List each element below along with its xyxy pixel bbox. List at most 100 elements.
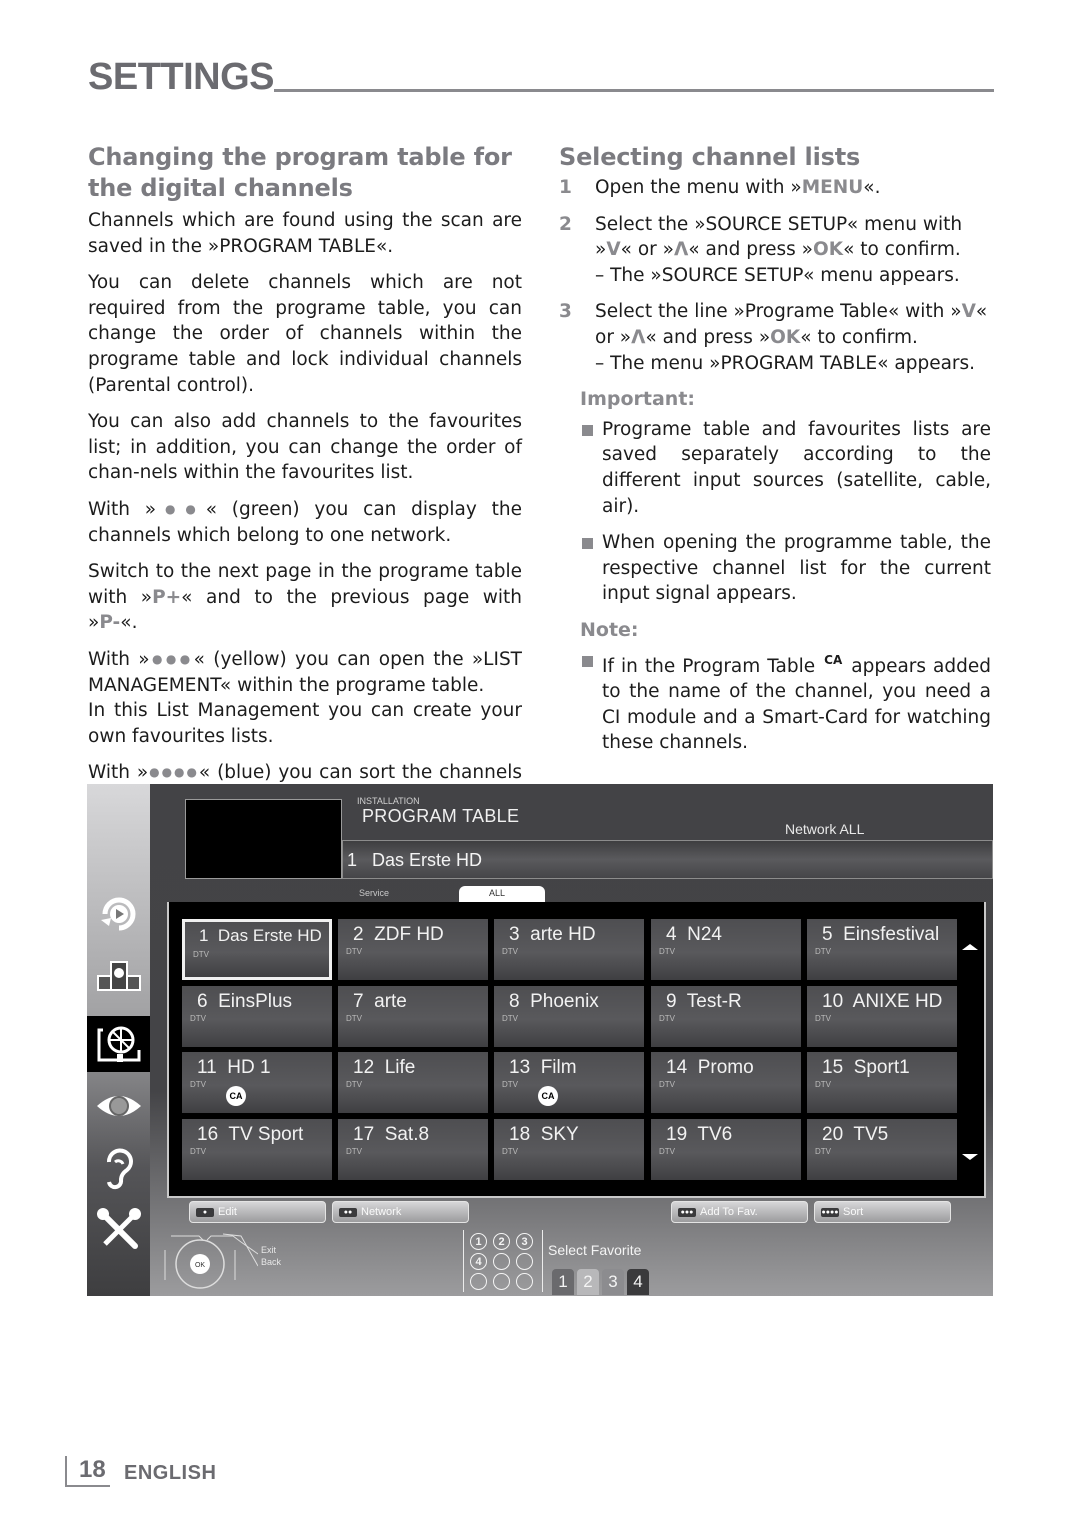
step-result: – The »SOURCE SETUP« menu appears. (595, 264, 960, 286)
ca-icon: CA (822, 647, 845, 674)
note-label: Note: (580, 618, 639, 641)
page-header: SETTINGS (88, 56, 994, 98)
key-ok: OK (770, 326, 801, 348)
text: « and press » (645, 326, 771, 348)
channel-name: 8 Phoenix (509, 991, 599, 1012)
exit-hint: Exit (261, 1245, 277, 1255)
add-to-fav-button[interactable]: ●●● Add To Fav. (671, 1201, 808, 1223)
text: If in the Program Table (602, 655, 823, 677)
channel-type: DTV (815, 947, 831, 956)
channel-type: DTV (190, 1014, 206, 1023)
sort-label: Sort (843, 1206, 864, 1218)
paragraph-favourites: You can also add channels to the favouri… (88, 411, 522, 484)
network-filter[interactable]: Network ALL (785, 821, 864, 837)
step-1: 1 Open the menu with »MENU«. (559, 175, 991, 201)
paragraph-paging: Switch to the next page in the programe … (88, 559, 522, 636)
note-item: If in the Program Table CA appears added… (559, 647, 991, 756)
channel-tile[interactable]: 4 N24 DTV (651, 919, 801, 980)
channel-tile[interactable]: 19 TV6 DTV (651, 1119, 801, 1180)
channel-tile[interactable]: 3 arte HD DTV (494, 919, 644, 980)
favorite-chip-2[interactable]: 2 (577, 1269, 599, 1295)
channel-tile[interactable]: 9 Test-R DTV (651, 986, 801, 1047)
text: « or » (620, 239, 674, 261)
channel-type: DTV (659, 947, 675, 956)
tab-strip: Service ALL (345, 886, 987, 906)
channel-tile[interactable]: 2 ZDF HD DTV (338, 919, 488, 980)
scroll-down-icon[interactable] (962, 1154, 978, 1162)
network-button[interactable]: ●● Network (332, 1201, 469, 1223)
channel-type: DTV (346, 1014, 362, 1023)
channel-type: DTV (193, 950, 209, 959)
channel-type: DTV (190, 1147, 206, 1156)
picture-eye-icon[interactable] (87, 1078, 150, 1134)
key-menu: MENU (801, 177, 864, 198)
channel-tile[interactable]: 13 Film DTV CA (494, 1052, 644, 1113)
sort-button[interactable]: ●●●● Sort (814, 1201, 951, 1223)
channel-name: 13 Film (509, 1057, 577, 1078)
channel-tile[interactable]: 5 Einsfestival DTV (807, 919, 957, 980)
channel-type: DTV (502, 1147, 518, 1156)
channel-name: 15 Sport1 (822, 1057, 910, 1078)
channel-name: 3 arte HD (509, 924, 596, 945)
channel-name: 12 Life (353, 1057, 416, 1078)
numpad-digit (470, 1273, 487, 1290)
favorite-chip-3[interactable]: 3 (602, 1269, 624, 1295)
tools-icon[interactable] (87, 1202, 150, 1258)
channel-name: 1 Das Erste HD (199, 926, 322, 945)
favorite-chip-1[interactable]: 1 (552, 1269, 574, 1295)
channel-name: 10 ANIXE HD (822, 991, 943, 1012)
scroll-up-icon[interactable] (962, 942, 978, 950)
text: «. (863, 177, 881, 198)
channel-tile[interactable]: 17 Sat.8 DTV (338, 1119, 488, 1180)
channel-tile[interactable]: 11 HD 1 DTV CA (182, 1052, 332, 1113)
channel-tile[interactable]: 16 TV Sport DTV (182, 1119, 332, 1180)
paragraph-delete: You can delete channels which are not re… (88, 272, 522, 396)
channel-name: 6 EinsPlus (197, 991, 293, 1012)
media-player-icon[interactable] (87, 886, 150, 942)
numpad-digit (516, 1253, 533, 1270)
channel-tile[interactable]: 15 Sport1 DTV (807, 1052, 957, 1113)
yellow-key-icon: ●●● (678, 1207, 696, 1217)
green-button-icon: ●● (156, 501, 206, 516)
channel-tile[interactable]: 20 TV5 DTV (807, 1119, 957, 1180)
channel-name: 14 Promo (666, 1057, 754, 1078)
current-channel: 1 Das Erste HD (347, 850, 483, 870)
page-number: 18 (79, 1456, 106, 1483)
channel-type: DTV (346, 1147, 362, 1156)
green-key-icon: ●● (339, 1207, 357, 1217)
channel-tile[interactable]: 18 SKY DTV (494, 1119, 644, 1180)
channel-type: DTV (815, 1080, 831, 1089)
channel-type: DTV (815, 1014, 831, 1023)
channel-tile[interactable]: 10 ANIXE HD DTV (807, 986, 957, 1047)
channel-name: 5 Einsfestival (822, 924, 940, 945)
section-title: SETTINGS (88, 56, 275, 98)
network-icon[interactable] (87, 948, 150, 1004)
tv-main-panel: INSTALLATION PROGRAM TABLE Network ALL 1… (150, 784, 993, 1296)
favorite-chip-4[interactable]: 4 (627, 1269, 649, 1295)
channel-type: DTV (659, 1147, 675, 1156)
edit-label: Edit (218, 1206, 237, 1218)
source-setup-icon[interactable] (87, 1016, 150, 1072)
key-down-icon: V (961, 301, 976, 323)
step-result: – The menu »PROGRAM TABLE« appears. (595, 352, 976, 374)
edit-button[interactable]: ● Edit (189, 1201, 326, 1223)
channel-type: DTV (346, 1080, 362, 1089)
channel-name: 19 TV6 (666, 1124, 733, 1145)
channel-grid: 1 Das Erste HD DTV 2 ZDF HD DTV 3 arte HD DTV… (167, 902, 986, 1198)
tv-title: PROGRAM TABLE (362, 806, 520, 826)
channel-tile[interactable]: 8 Phoenix DTV (494, 986, 644, 1047)
channel-tile[interactable]: 1 Das Erste HD DTV (182, 919, 332, 980)
yellow-button-icon: ●●● (149, 651, 194, 666)
text: Select the line »Programe Table« with » (595, 301, 962, 323)
step-number: 3 (559, 301, 572, 323)
add-fav-label: Add To Fav. (700, 1206, 758, 1218)
numpad-digit (493, 1253, 510, 1270)
numpad-digit: 1 (470, 1233, 487, 1250)
step-3: 3 Select the line »Programe Table« with … (559, 299, 991, 376)
channel-tile[interactable]: 7 arte DTV (338, 986, 488, 1047)
channel-tile[interactable]: 6 EinsPlus DTV (182, 986, 332, 1047)
channel-tile[interactable]: 12 Life DTV (338, 1052, 488, 1113)
channel-tile[interactable]: 14 Promo DTV (651, 1052, 801, 1113)
numpad-digit: 2 (493, 1233, 510, 1250)
sound-ear-icon[interactable] (87, 1140, 150, 1196)
